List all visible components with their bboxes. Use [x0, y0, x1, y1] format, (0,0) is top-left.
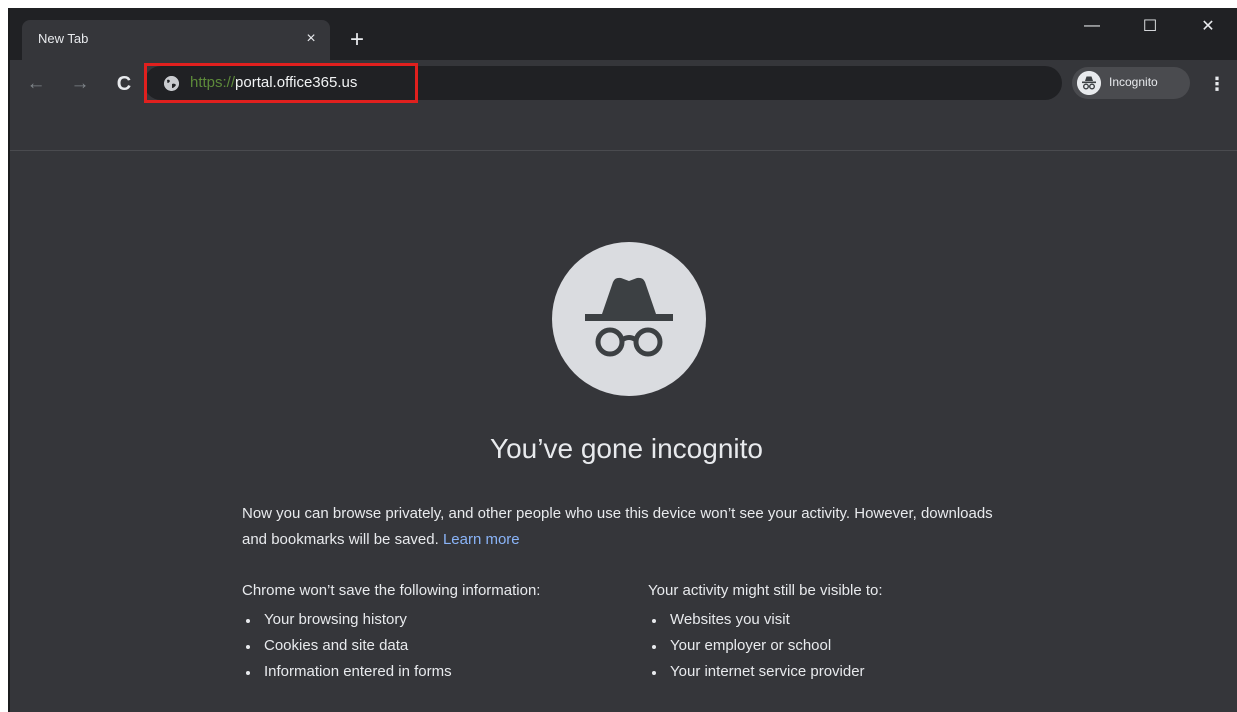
url-host: portal.office365.us: [235, 74, 358, 91]
still-visible-column: Your activity might still be visible to:…: [648, 581, 988, 687]
list-item: Your browsing history: [242, 609, 622, 635]
maximize-button[interactable]: ☐: [1121, 8, 1179, 44]
not-saved-column: Chrome won’t save the following informat…: [242, 581, 622, 687]
list-item: Cookies and site data: [242, 635, 622, 661]
still-visible-heading: Your activity might still be visible to:: [648, 582, 883, 599]
list-item: Your internet service provider: [648, 661, 988, 687]
url-text[interactable]: https://portal.office365.us: [190, 74, 357, 91]
window-controls: — ☐ ✕: [1063, 8, 1237, 44]
learn-more-link[interactable]: Learn more: [443, 531, 520, 548]
not-saved-heading: Chrome won’t save the following informat…: [242, 582, 541, 599]
close-window-button[interactable]: ✕: [1179, 8, 1237, 44]
url-scheme: https://: [190, 74, 236, 91]
incognito-icon: [552, 242, 706, 396]
list-item: Websites you visit: [648, 609, 988, 635]
intro-paragraph: Now you can browse privately, and other …: [242, 501, 1002, 553]
address-bar[interactable]: https://portal.office365.us: [144, 63, 1062, 103]
page-title-text: You’ve gone incognito: [490, 433, 763, 464]
minimize-button[interactable]: —: [1063, 8, 1121, 44]
list-item: Information entered in forms: [242, 661, 622, 687]
tab-new-tab[interactable]: New Tab ×: [22, 20, 330, 60]
toolbar: ← → C https://portal.office365.us Incogn…: [10, 60, 1237, 106]
still-visible-list: Websites you visit Your employer or scho…: [648, 609, 988, 687]
forward-button[interactable]: →: [66, 70, 94, 98]
menu-icon[interactable]: ⋮: [1205, 70, 1229, 98]
list-item: Your employer or school: [648, 635, 988, 661]
incognito-profile-button[interactable]: Incognito: [1072, 67, 1190, 99]
reload-button[interactable]: C: [110, 70, 138, 98]
tab-title: New Tab: [38, 31, 89, 46]
new-tab-button[interactable]: +: [344, 27, 370, 53]
intro-text: Now you can browse privately, and other …: [242, 505, 993, 548]
back-button[interactable]: ←: [22, 70, 50, 98]
incognito-page: You’ve gone incognito Now you can browse…: [10, 151, 1237, 712]
not-saved-list: Your browsing history Cookies and site d…: [242, 609, 622, 687]
tab-close-icon[interactable]: ×: [300, 28, 322, 50]
page-title: You’ve gone incognito: [10, 433, 1237, 465]
profile-label: Incognito: [1109, 75, 1158, 89]
browser-window: New Tab × + — ☐ ✕ ← → C https://portal.o…: [8, 8, 1237, 712]
globe-icon: [164, 76, 179, 91]
incognito-avatar-icon: [1077, 71, 1101, 95]
tab-strip: New Tab × + — ☐ ✕: [10, 8, 1237, 60]
